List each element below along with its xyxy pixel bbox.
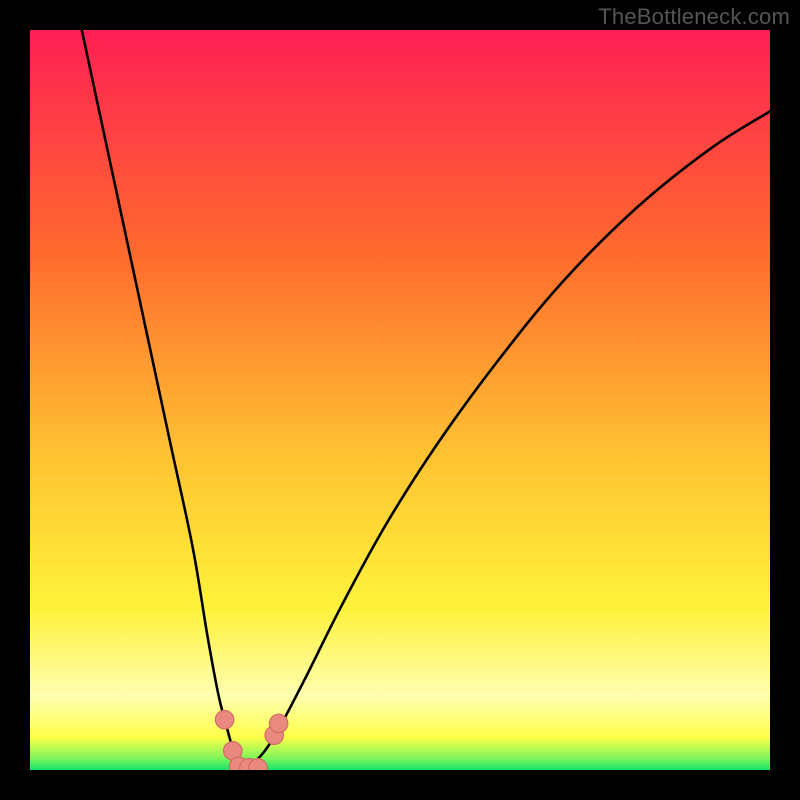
watermark-text: TheBottleneck.com (598, 4, 790, 30)
marker-dot (215, 710, 234, 729)
chart-frame: TheBottleneck.com (0, 0, 800, 800)
bottleneck-curve (30, 30, 770, 770)
curve-left-branch (82, 30, 242, 770)
highlight-markers (215, 710, 288, 770)
curve-right-branch (242, 111, 770, 770)
marker-dot (269, 714, 288, 733)
plot-area (30, 30, 770, 770)
